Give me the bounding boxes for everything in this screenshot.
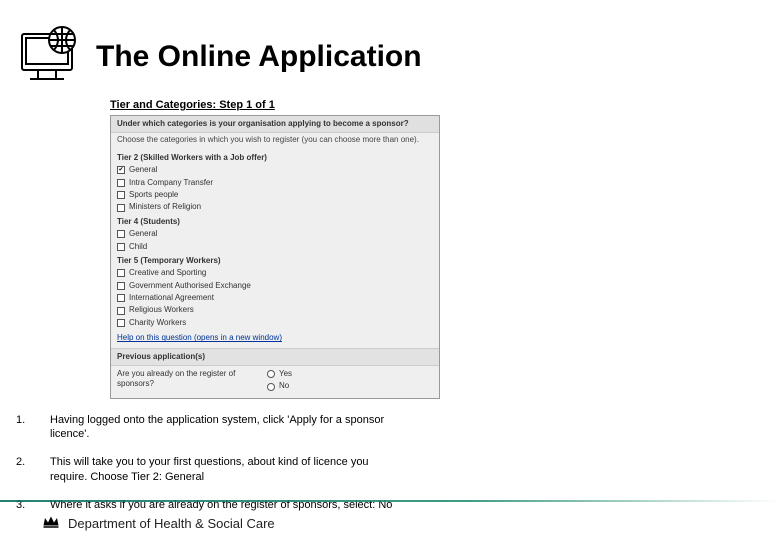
radio-no[interactable]: No — [267, 381, 292, 391]
instruction-item: 1. Having logged onto the application sy… — [16, 413, 400, 442]
tier5-label: Tier 5 (Temporary Workers) — [111, 253, 439, 267]
help-link[interactable]: Help on this question (opens in a new wi… — [111, 329, 288, 347]
checkbox-row[interactable]: Ministers of Religion — [111, 201, 439, 213]
checkbox-row[interactable]: International Agreement — [111, 292, 439, 304]
instruction-text: This will take you to your first questio… — [50, 455, 400, 484]
checkbox-row[interactable]: General — [111, 228, 439, 240]
instruction-text: Having logged onto the application syste… — [50, 413, 400, 442]
checkbox-icon — [117, 294, 125, 302]
register-question: Are you already on the register of spons… — [117, 369, 237, 390]
checkbox-icon — [117, 166, 125, 174]
checkbox-icon — [117, 179, 125, 187]
checkbox-label: Intra Company Transfer — [129, 178, 213, 188]
checkbox-row[interactable]: Intra Company Transfer — [111, 177, 439, 189]
instruction-item: 2. This will take you to your first ques… — [16, 455, 400, 484]
department-name: Department of Health & Social Care — [68, 516, 275, 531]
checkbox-label: Government Authorised Exchange — [129, 281, 251, 291]
radio-icon — [267, 383, 275, 391]
slide-header: The Online Application — [0, 0, 780, 99]
checkbox-row[interactable]: Religious Workers — [111, 304, 439, 316]
checkbox-icon — [117, 282, 125, 290]
checkbox-label: International Agreement — [129, 293, 214, 303]
checkbox-label: Religious Workers — [129, 305, 194, 315]
checkbox-row[interactable]: Creative and Sporting — [111, 267, 439, 279]
checkbox-label: Sports people — [129, 190, 178, 200]
question-subtext: Choose the categories in which you wish … — [111, 133, 439, 149]
radio-icon — [267, 370, 275, 378]
checkbox-label: General — [129, 165, 157, 175]
computer-globe-icon — [18, 24, 84, 89]
checkbox-icon — [117, 230, 125, 238]
checkbox-label: Creative and Sporting — [129, 268, 206, 278]
form-window: Under which categories is your organisat… — [110, 115, 440, 399]
checkbox-icon — [117, 191, 125, 199]
checkbox-label: Child — [129, 242, 147, 252]
checkbox-row[interactable]: Government Authorised Exchange — [111, 280, 439, 292]
instruction-number: 1. — [16, 413, 32, 442]
instruction-number: 2. — [16, 455, 32, 484]
checkbox-label: Ministers of Religion — [129, 202, 201, 212]
question-heading: Under which categories is your organisat… — [111, 116, 439, 133]
radio-label: Yes — [279, 369, 292, 379]
checkbox-row[interactable]: General — [111, 164, 439, 176]
crown-icon — [42, 513, 60, 534]
checkbox-icon — [117, 269, 125, 277]
checkbox-row[interactable]: Child — [111, 241, 439, 253]
checkbox-label: Charity Workers — [129, 318, 186, 328]
previous-application-heading: Previous application(s) — [111, 348, 439, 366]
radio-yes[interactable]: Yes — [267, 369, 292, 379]
footer-divider — [0, 500, 780, 502]
tier4-label: Tier 4 (Students) — [111, 214, 439, 228]
step-heading: Tier and Categories: Step 1 of 1 — [110, 99, 440, 111]
checkbox-icon — [117, 319, 125, 327]
checkbox-icon — [117, 307, 125, 315]
checkbox-icon — [117, 204, 125, 212]
checkbox-row[interactable]: Charity Workers — [111, 317, 439, 329]
checkbox-icon — [117, 243, 125, 251]
checkbox-row[interactable]: Sports people — [111, 189, 439, 201]
form-screenshot: Tier and Categories: Step 1 of 1 Under w… — [110, 99, 440, 399]
radio-label: No — [279, 381, 289, 391]
page-title: The Online Application — [96, 40, 422, 74]
instruction-list: 1. Having logged onto the application sy… — [0, 413, 440, 512]
tier2-label: Tier 2 (Skilled Workers with a Job offer… — [111, 150, 439, 164]
checkbox-label: General — [129, 229, 157, 239]
footer: Department of Health & Social Care — [42, 513, 275, 534]
